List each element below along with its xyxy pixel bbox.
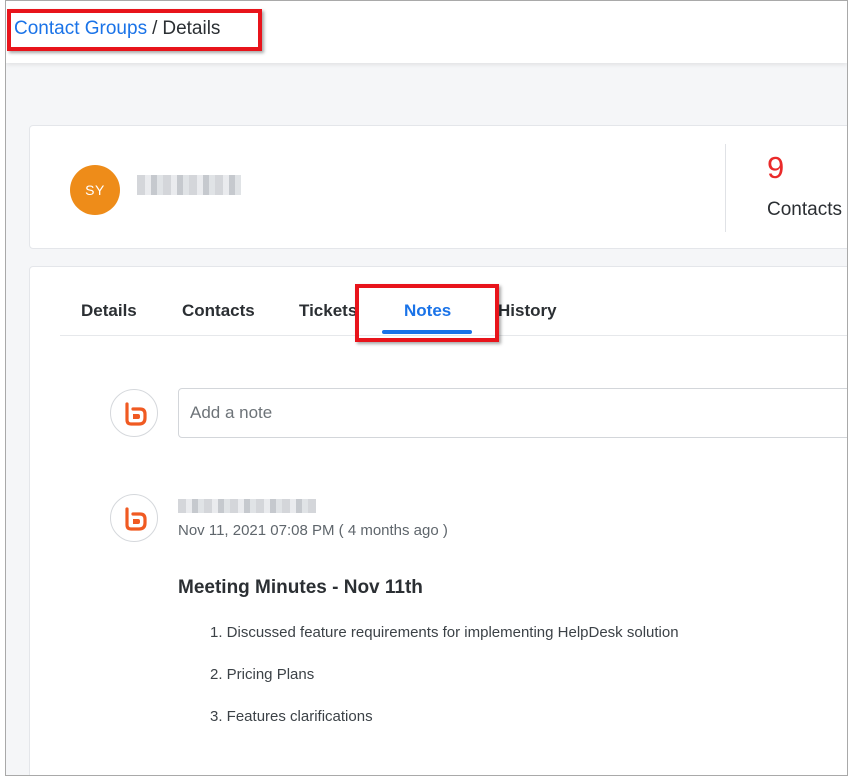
breadcrumb-contact-groups-link[interactable]: Contact Groups: [14, 18, 147, 39]
tab-tickets[interactable]: Tickets: [299, 301, 357, 321]
note-title: Meeting Minutes - Nov 11th: [178, 577, 423, 598]
tab-details[interactable]: Details: [81, 301, 137, 321]
summary-divider: [725, 144, 726, 232]
redacted-group-name: [137, 175, 241, 195]
contacts-count: 9: [767, 150, 785, 185]
note-points-list: 1. Discussed feature requirements for im…: [210, 624, 679, 750]
app-frame: Contact Groups / Details SY 9 Contacts Det…: [5, 0, 848, 776]
tab-notes[interactable]: Notes: [404, 301, 451, 321]
list-item: 2. Pricing Plans: [210, 666, 315, 683]
add-note-input[interactable]: [178, 388, 847, 438]
note-timestamp: Nov 11, 2021 07:08 PM ( 4 months ago ): [178, 522, 448, 539]
brand-logo-icon: [125, 507, 147, 531]
list-item: 1. Discussed feature requirements for im…: [210, 624, 679, 641]
active-tab-indicator: [382, 330, 472, 334]
details-card: Details Contacts Tickets Notes History N…: [29, 266, 847, 775]
note-author-avatar: [110, 494, 158, 542]
top-bar: Contact Groups / Details: [6, 1, 847, 63]
brand-logo-icon: [125, 402, 147, 426]
redacted-note-author: [178, 499, 316, 513]
tab-bar: Details Contacts Tickets Notes History: [60, 267, 847, 336]
tab-contacts[interactable]: Contacts: [182, 301, 255, 321]
breadcrumb-current: Details: [162, 18, 221, 39]
current-user-avatar: [110, 389, 158, 437]
list-item: 3. Features clarifications: [210, 708, 373, 725]
breadcrumb: Contact Groups / Details: [14, 18, 220, 40]
contact-group-summary-card: SY 9 Contacts: [29, 125, 847, 249]
tab-history[interactable]: History: [498, 301, 557, 321]
avatar: SY: [70, 165, 120, 215]
breadcrumb-separator: /: [152, 18, 158, 39]
contacts-count-label: Contacts: [767, 199, 842, 220]
